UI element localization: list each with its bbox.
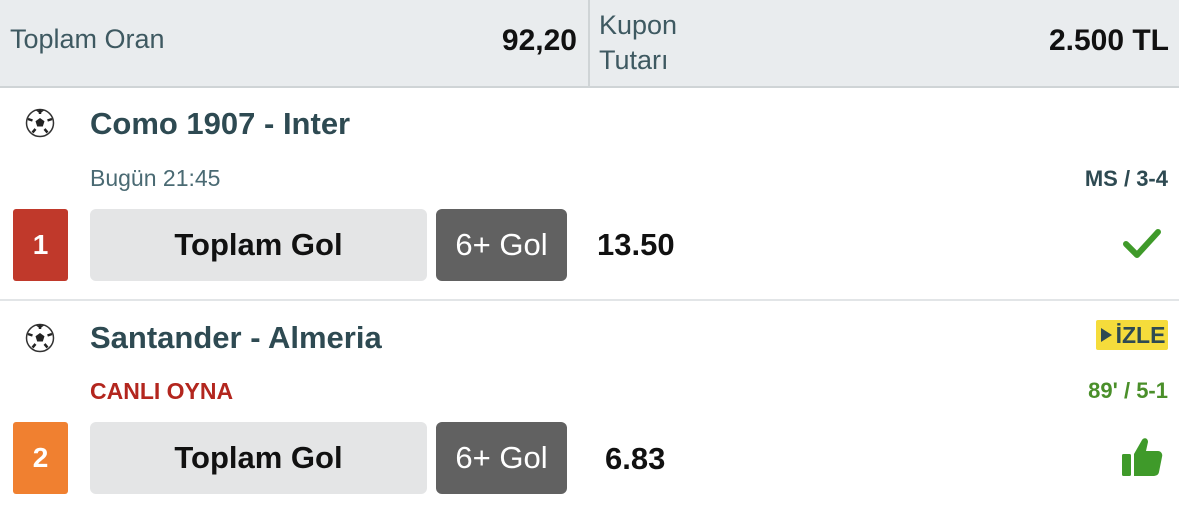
total-odds-label: Toplam Oran <box>10 24 165 54</box>
odd-value: 6.83 <box>605 441 666 476</box>
live-bet-link[interactable]: CANLI OYNA <box>90 378 233 405</box>
coupon-amount-value: 2.500 TL <box>1048 24 1169 57</box>
total-odds-value: 92,20 <box>501 24 577 57</box>
coupon-amount-label: Kupon Tutarı <box>599 10 678 75</box>
watch-label: İZLE <box>1115 321 1166 348</box>
market-button[interactable]: Toplam Gol <box>90 422 427 494</box>
check-icon <box>1123 229 1161 258</box>
selection-number-badge: 1 <box>13 209 68 281</box>
live-score: 89' / 5-1 <box>1088 378 1168 403</box>
match-teams[interactable]: Como 1907 - Inter <box>90 106 350 142</box>
match-teams[interactable]: Santander - Almeria <box>90 320 382 356</box>
soccer-ball-icon <box>25 108 55 138</box>
soccer-ball-icon <box>25 323 55 353</box>
odd-value: 13.50 <box>597 227 675 262</box>
market-button[interactable]: Toplam Gol <box>90 209 427 281</box>
selection-number-badge: 2 <box>13 422 68 494</box>
play-icon <box>1100 328 1112 342</box>
pick-button[interactable]: 6+ Gol <box>436 422 567 494</box>
match-result: MS / 3-4 <box>1084 166 1168 191</box>
row-divider <box>0 299 1179 301</box>
coupon-summary-header: Toplam Oran 92,20 Kupon Tutarı 2.500 TL <box>0 0 1179 88</box>
total-odds-section: Toplam Oran 92,20 <box>0 0 588 86</box>
pick-button[interactable]: 6+ Gol <box>436 209 567 281</box>
coupon-amount-section: Kupon Tutarı 2.500 TL <box>590 0 1179 86</box>
match-time: Bugün 21:45 <box>90 165 221 191</box>
thumbs-up-icon <box>1122 438 1163 476</box>
watch-live-button[interactable]: İZLE <box>1096 320 1168 350</box>
